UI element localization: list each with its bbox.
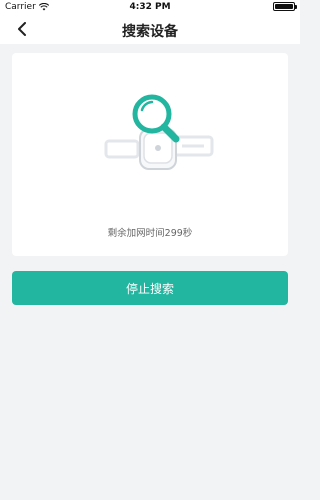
stop-search-button[interactable]: 停止搜索 [12,271,288,305]
status-bar: Carrier 4:32 PM [0,0,300,14]
status-right [273,2,297,11]
battery-icon [273,2,297,11]
search-card: 剩余加网时间299秒 [12,53,288,256]
status-time: 4:32 PM [129,2,171,12]
page-title: 搜索设备 [122,24,178,40]
remaining-time-text: 剩余加网时间299秒 [107,228,193,239]
nav-bar: 搜索设备 [0,14,300,44]
magnifier-over-device-icon [104,94,214,170]
